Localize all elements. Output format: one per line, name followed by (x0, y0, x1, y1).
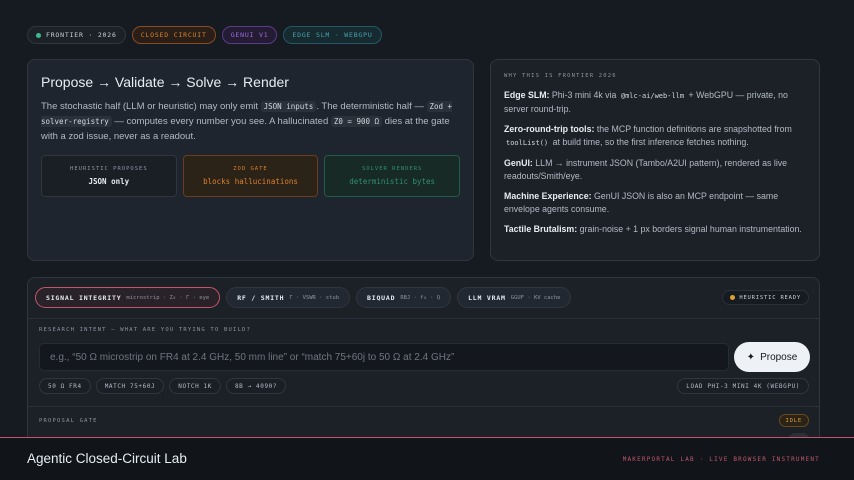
item-title: GenUI: (504, 158, 533, 168)
heuristic-status-badge: HEURISTIC READY (722, 290, 809, 305)
pipeline-card: Propose → Validate → Solve → Render The … (27, 59, 474, 261)
desc-text: . The deterministic half — (316, 101, 427, 112)
status-label: HEURISTIC READY (739, 294, 801, 301)
tab-title: RF / SMITH (237, 293, 285, 302)
top-badges: FRONTIER · 2026 CLOSED CIRCUIT GENUI V1 … (27, 26, 382, 44)
stage-kicker: SOLVER RENDERS (362, 166, 423, 172)
gate-status-badge: IDLE (778, 414, 809, 427)
desc-text: The stochastic half (LLM or heuristic) m… (41, 101, 261, 112)
tab-title: BIQUAD (367, 293, 396, 302)
edge-badge: EDGE SLM · WEBGPU (283, 26, 382, 44)
pipeline-title: Propose → Validate → Solve → Render (41, 74, 289, 90)
footer-tagline: MAKERPORTAL LAB · LIVE BROWSER INSTRUMEN… (622, 456, 820, 463)
why-machine-experience: Machine Experience: GenUI JSON is also a… (504, 190, 806, 216)
intent-input[interactable] (39, 343, 729, 371)
closed-circuit-badge: CLOSED CIRCUIT (131, 26, 216, 44)
instrument-tabs: SIGNAL INTEGRITY microstrip · Z₀ · Γ · e… (35, 287, 572, 308)
item-title: Edge SLM: (504, 90, 550, 100)
item-text: grain-noise + 1 px borders signal human … (577, 224, 802, 234)
z0-code: Z0 = 900 Ω (330, 116, 383, 127)
stage-kicker: HEURISTIC PROPOSES (70, 166, 148, 172)
chip-50-ohm-fr4[interactable]: 50 Ω FR4 (39, 378, 91, 394)
tab-title: LLM VRAM (468, 293, 506, 302)
propose-button[interactable]: ✦ Propose (734, 342, 810, 372)
stage-solver: SOLVER RENDERS deterministic bytes (324, 155, 461, 197)
why-tactile-brutalism: Tactile Brutalism: grain-noise + 1 px bo… (504, 223, 806, 236)
stage-value: blocks hallucinations (203, 177, 298, 186)
divider (28, 406, 819, 407)
item-title: Machine Experience: (504, 191, 592, 201)
pipeline-description: The stochastic half (LLM or heuristic) m… (41, 99, 460, 144)
tab-title: SIGNAL INTEGRITY (46, 293, 122, 302)
chip-8b-4090[interactable]: 8B → 4090? (225, 378, 287, 394)
item-title: Zero-round-trip tools: (504, 124, 595, 134)
item-text: at build time, so the first inference fe… (550, 137, 749, 147)
intent-label: RESEARCH INTENT — WHAT ARE YOU TRYING TO… (39, 327, 252, 333)
sparkle-icon: ✦ (746, 351, 756, 363)
propose-label: Propose (760, 351, 798, 363)
tab-subtitle: Γ · VSWR · stub (289, 294, 340, 301)
status-dot-icon (36, 32, 41, 38)
stage-value: JSON only (88, 177, 130, 186)
pipeline-stages: HEURISTIC PROPOSES JSON only ZOD GATE bl… (41, 155, 461, 197)
item-text: Phi-3 mini 4k via (549, 90, 619, 100)
genui-badge: GENUI V1 (221, 26, 278, 44)
item-text: LLM → instrument JSON (Tambo/A2UI patter… (504, 158, 788, 181)
item-text: the MCP function definitions are snapsho… (594, 124, 792, 134)
why-zero-round-trip: Zero-round-trip tools: the MCP function … (504, 123, 806, 150)
status-dot-icon (730, 295, 736, 300)
chip-match[interactable]: MATCH 75+60J (95, 378, 165, 394)
proposal-gate-label: PROPOSAL GATE (39, 418, 98, 424)
app-title: Agentic Closed-Circuit Lab (27, 451, 187, 466)
frontier-badge: FRONTIER · 2026 (27, 26, 126, 44)
why-heading: WHY THIS IS FRONTIER 2026 (504, 73, 617, 79)
stage-propose: HEURISTIC PROPOSES JSON only (41, 155, 177, 197)
tab-subtitle: microstrip · Z₀ · Γ · eye (126, 294, 210, 301)
stage-zod-gate: ZOD GATE blocks hallucinations (182, 155, 319, 197)
web-llm-code: @mlc-ai/web-llm (620, 92, 685, 100)
why-frontier-card: WHY THIS IS FRONTIER 2026 Edge SLM: Phi-… (490, 59, 820, 261)
tab-llm-vram[interactable]: LLM VRAM GGUF · KV cache (457, 287, 572, 308)
frontier-label: FRONTIER · 2026 (46, 31, 117, 39)
toollist-code: toolList() (506, 139, 549, 147)
footer-bar: Agentic Closed-Circuit Lab MAKERPORTAL L… (0, 437, 854, 480)
json-inputs-code: JSON inputs (260, 101, 317, 112)
divider (28, 318, 819, 319)
item-title: Tactile Brutalism: (504, 224, 578, 234)
desc-text: — computes every number you see. A hallu… (111, 116, 331, 127)
tab-signal-integrity[interactable]: SIGNAL INTEGRITY microstrip · Z₀ · Γ · e… (35, 287, 221, 308)
stage-value: deterministic bytes (349, 177, 436, 186)
why-genui: GenUI: LLM → instrument JSON (Tambo/A2UI… (504, 157, 806, 183)
tab-biquad[interactable]: BIQUAD RBJ · f₀ · Q (356, 287, 452, 308)
tab-subtitle: RBJ · f₀ · Q (400, 294, 441, 301)
tab-rf-smith[interactable]: RF / SMITH Γ · VSWR · stub (226, 287, 351, 308)
chip-notch[interactable]: NOTCH 1K (169, 378, 221, 394)
tab-subtitle: GGUF · KV cache (510, 294, 561, 301)
load-model-button[interactable]: LOAD PHI-3 MINI 4K (WEBGPU) (677, 378, 809, 394)
stage-kicker: ZOD GATE (233, 166, 268, 172)
why-edge-slm: Edge SLM: Phi-3 mini 4k via @mlc-ai/web-… (504, 89, 806, 116)
example-chips: 50 Ω FR4 MATCH 75+60J NOTCH 1K 8B → 4090… (39, 378, 287, 394)
